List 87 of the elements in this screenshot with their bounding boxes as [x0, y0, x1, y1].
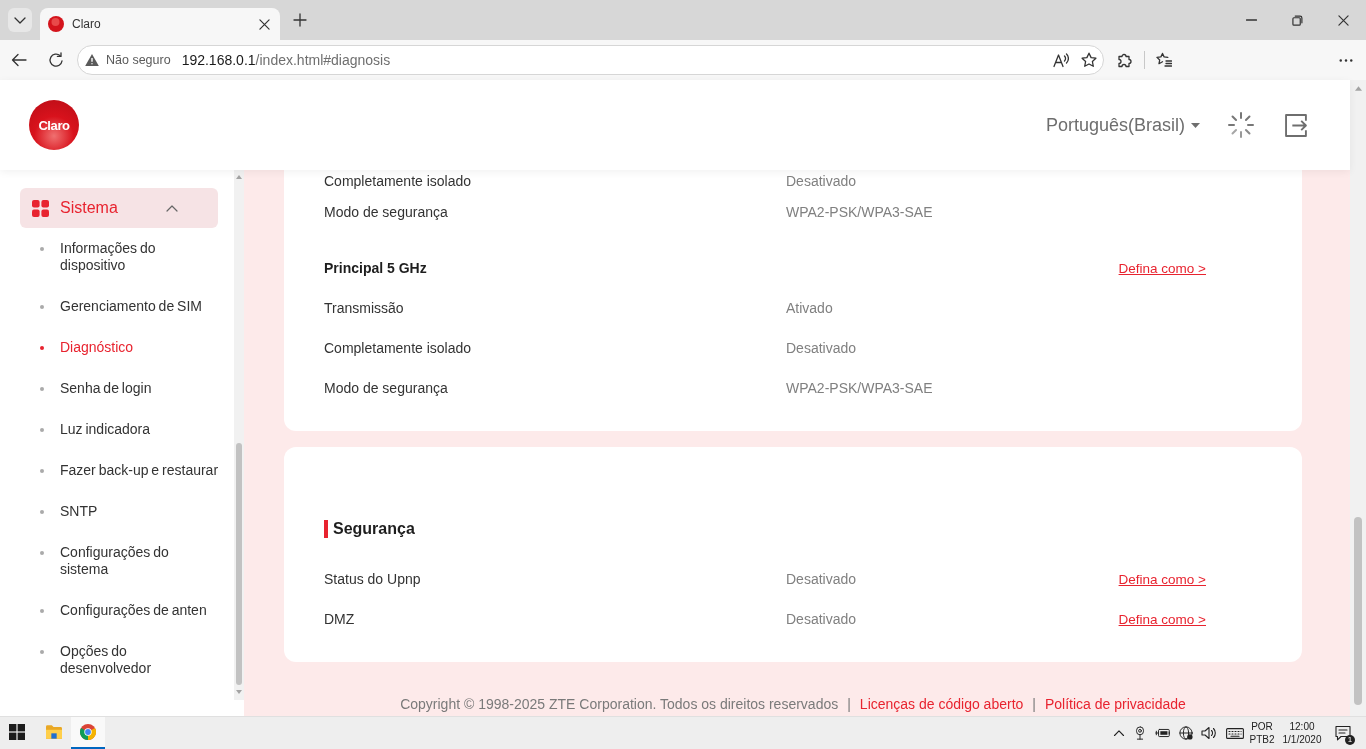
field-value: Desativado — [786, 571, 858, 587]
keyboard-icon[interactable] — [1226, 727, 1244, 739]
url-text[interactable]: 192.168.0.1/index.html#diagnosis — [181, 52, 391, 68]
field-value: WPA2-PSK/WPA3-SAE — [786, 204, 934, 220]
subsection-title: Principal 5 GHz — [324, 260, 428, 276]
language-indicator[interactable]: POR PTB2 — [1247, 720, 1277, 746]
plus-icon[interactable] — [293, 13, 307, 27]
scrollbar-thumb[interactable] — [236, 443, 242, 685]
field-value: Desativado — [786, 611, 858, 627]
set-link[interactable]: Defina como > — [1118, 571, 1206, 587]
chevron-up-icon[interactable] — [1113, 730, 1125, 736]
sidebar-item[interactable]: Gerenciamento de SIM — [40, 286, 224, 327]
caret-down-icon — [1191, 122, 1200, 128]
bullet-icon — [40, 650, 44, 654]
sidebar-item[interactable]: Configurações do sistema — [40, 532, 224, 590]
sidebar-item[interactable]: Fazer back-up e restaurar — [40, 450, 224, 491]
field-label: Modo de segurança — [324, 204, 449, 220]
bullet-icon — [40, 551, 44, 555]
refresh-icon[interactable] — [48, 52, 64, 68]
close-icon[interactable] — [259, 18, 270, 30]
copyright-text: Copyright © 1998-2025 ZTE Corporation. Todos os direitos reservados — [400, 696, 839, 712]
more-icon[interactable] — [1339, 58, 1353, 62]
browser-tab[interactable]: Claro — [40, 8, 280, 40]
footer-link[interactable]: Política de privacidade — [1044, 696, 1186, 712]
star-list-icon[interactable] — [1156, 52, 1172, 68]
scrollbar[interactable] — [1350, 80, 1366, 716]
browser-icon — [80, 724, 96, 740]
read-aloud-icon[interactable] — [1053, 52, 1069, 68]
sidebar-item[interactable]: Opções do desenvolvedor — [40, 631, 224, 689]
bullet-icon — [40, 609, 44, 613]
footer-link[interactable]: Licenças de código aberto — [859, 696, 1024, 712]
menu-group[interactable]: Sistema — [20, 188, 218, 228]
spinner-icon[interactable] — [1228, 112, 1254, 138]
grid-icon — [32, 199, 49, 217]
sidebar-item[interactable]: SNTP — [40, 491, 224, 532]
folder-icon — [46, 724, 62, 740]
field-label: Completamente isolado — [324, 173, 473, 189]
favicon-icon — [48, 16, 64, 32]
field-label: Completamente isolado — [324, 340, 473, 356]
globe-icon[interactable] — [1178, 726, 1194, 740]
security-label[interactable]: Não seguro — [106, 53, 171, 67]
speaker-icon[interactable] — [1201, 726, 1217, 740]
start-icon — [9, 724, 25, 740]
bullet-icon — [40, 305, 44, 309]
notification-icon[interactable] — [1335, 725, 1351, 741]
sidebar-item[interactable]: Diagnóstico — [40, 327, 224, 368]
bullet-icon — [40, 428, 44, 432]
notification-count: 1 — [1345, 735, 1355, 745]
field-value: WPA2-PSK/WPA3-SAE — [786, 380, 934, 396]
back-arrow-icon[interactable] — [11, 52, 27, 68]
bullet-icon — [40, 469, 44, 473]
field-value: Ativado — [786, 300, 834, 316]
clock[interactable]: 12:00 1/1/2020 — [1277, 720, 1327, 746]
bullet-icon — [40, 510, 44, 514]
taskbar-app[interactable] — [71, 717, 105, 749]
bullet-icon — [40, 346, 44, 350]
separator-text: | — [847, 696, 851, 712]
scrollbar[interactable] — [234, 170, 244, 700]
sidebar-item[interactable]: Configurações de anten — [40, 590, 224, 631]
sidebar-item[interactable]: Informações do dispositivo — [40, 228, 224, 286]
battery-icon[interactable] — [1155, 726, 1171, 740]
section-title: Segurança — [324, 520, 1206, 538]
sidebar-item[interactable]: Luz indicadora — [40, 409, 224, 450]
bullet-icon — [40, 387, 44, 391]
logo: Claro — [29, 100, 79, 150]
field-label: Modo de segurança — [324, 380, 449, 396]
restore-icon[interactable] — [1291, 14, 1303, 26]
star-icon[interactable] — [1081, 52, 1097, 68]
address-field[interactable]: Não seguro 192.168.0.1/index.html#diagnosis — [77, 45, 1104, 75]
bullet-icon — [40, 247, 44, 251]
field-label: DMZ — [324, 611, 356, 627]
field-label: Transmissão — [324, 300, 405, 316]
field-value: Desativado — [786, 340, 858, 356]
set-link[interactable]: Defina como > — [1118, 611, 1206, 627]
scrollbar-thumb[interactable] — [1354, 517, 1362, 705]
minimize-icon[interactable] — [1245, 19, 1257, 21]
puzzle-icon[interactable] — [1117, 52, 1133, 68]
separator-text: | — [1032, 696, 1036, 712]
field-value: Desativado — [786, 173, 858, 189]
language-dropdown[interactable]: Português(Brasil) — [1045, 114, 1200, 136]
warning-icon — [85, 54, 99, 66]
field-label: Status do Upnp — [324, 571, 422, 587]
sidebar-item[interactable]: Senha de login — [40, 368, 224, 409]
exit-icon[interactable] — [1285, 113, 1308, 137]
set-link[interactable]: Defina como > — [1118, 260, 1206, 276]
close-icon[interactable] — [1337, 14, 1349, 26]
chevron-down-icon — [14, 16, 26, 24]
